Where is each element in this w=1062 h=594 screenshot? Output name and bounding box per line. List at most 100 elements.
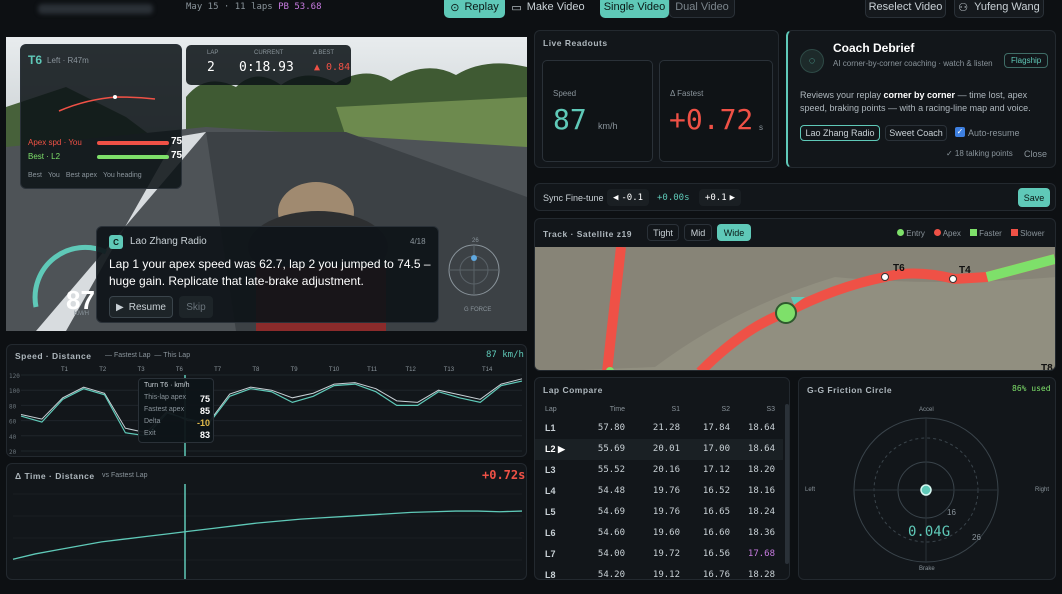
lap-cell: 54.69 <box>597 507 625 517</box>
lap-cell: 57.80 <box>597 423 625 433</box>
reselect-video-button[interactable]: Reselect Video <box>865 0 946 18</box>
zoom-tight[interactable]: Tight <box>647 224 679 241</box>
resume-button[interactable]: ▶ Resume <box>109 296 173 318</box>
lap-cell: 54.48 <box>597 486 625 496</box>
legend-apex: Apex <box>933 229 961 238</box>
voice-sweet-coach[interactable]: Sweet Coach <box>885 125 947 141</box>
legend-best: Best <box>28 172 43 179</box>
save-button[interactable]: Save <box>1018 188 1050 207</box>
lap-cell: L4 <box>545 486 556 496</box>
zoom-mid[interactable]: Mid <box>684 224 712 241</box>
pb-value: 53.68 <box>294 2 322 12</box>
lap-cell: 18.20 <box>747 465 775 475</box>
auto-resume-label: Auto-resume <box>968 128 1020 138</box>
lap-header-cell: S2 <box>721 406 730 413</box>
resume-label: Resume <box>128 301 166 313</box>
dual-video-label: Dual Video <box>675 1 729 13</box>
tooltip-value: 75 <box>199 394 210 404</box>
legend-entry: Entry <box>897 229 925 238</box>
skip-button[interactable]: Skip <box>179 296 213 318</box>
sync-panel: Sync Fine-tune ◀ -0.1 +0.00s +0.1 ▶ Save <box>534 183 1056 211</box>
gg-value: 0.04G <box>908 524 951 540</box>
lap-header: LAP 2 CURRENT 0:18.93 Δ BEST ▲ 0.84 <box>186 45 351 85</box>
play-icon: ▶ <box>116 301 124 313</box>
live-readouts-panel: Live Readouts Speed 87 km/h Δ Fastest +0… <box>534 30 779 168</box>
make-video-label: Make Video <box>526 1 585 13</box>
speed-chart-legend: — Fastest Lap — This Lap <box>105 352 191 359</box>
legend-slower: Slower <box>1010 229 1045 238</box>
legend-faster-label: Faster <box>979 229 1002 238</box>
delta-best-label: Δ BEST <box>313 50 335 56</box>
gg-right: Right <box>1035 487 1050 493</box>
table-row[interactable]: L4 54.48 19.76 16.52 18.16 <box>535 481 783 502</box>
speed-turn-label: T2 <box>99 367 107 373</box>
corner-side: Left · R47m <box>47 56 89 65</box>
gforce-dial <box>448 244 500 296</box>
gg-title: G-G Friction Circle <box>807 385 893 395</box>
zoom-wide[interactable]: Wide <box>717 224 751 241</box>
table-row[interactable]: L8 54.20 19.12 16.76 18.28 <box>535 565 783 579</box>
replay-button[interactable]: ⊙ Replay <box>444 0 505 18</box>
coach-counter: 4/18 <box>410 237 426 246</box>
table-row[interactable]: L2 ▶ 55.69 20.01 17.00 18.64 <box>535 439 783 460</box>
speed-turn-label: T13 <box>444 367 455 373</box>
coach-avatar: C <box>109 235 123 249</box>
lap-compare-panel: Lap Compare Lap Time S1 S2 S3 L1 57.80 21.28 17.… <box>534 377 790 580</box>
lap-cell: 18.64 <box>747 423 775 433</box>
tooltip-key: Delta <box>144 418 161 425</box>
track-legend: Entry Apex Faster Slower <box>897 229 1045 238</box>
dual-video-button[interactable]: Dual Video <box>669 0 735 18</box>
lap-scrollbar[interactable] <box>785 404 789 564</box>
fastest-card-label: Δ Fastest <box>670 89 704 98</box>
coach-message: Lap 1 your apex speed was 62.7, lap 2 yo… <box>109 257 431 288</box>
user-icon: ⚇ <box>958 1 969 14</box>
sync-minus-button[interactable]: ◀ -0.1 <box>607 189 649 206</box>
flagship-badge: Flagship <box>1004 53 1049 68</box>
speed-card-label: Speed <box>553 89 577 98</box>
table-row[interactable]: L5 54.69 19.76 16.65 18.24 <box>535 502 783 523</box>
skip-label: Skip <box>186 301 206 313</box>
tooltip-key: Exit <box>144 430 156 437</box>
user-menu[interactable]: ⚇ Yufeng Wang <box>954 0 1044 18</box>
time-chart-legend: vs Fastest Lap <box>102 472 148 479</box>
legend-entry-label: Entry <box>906 229 925 238</box>
close-button[interactable]: Close <box>1024 149 1047 159</box>
voice-lao-zhang[interactable]: Lao Zhang Radio <box>800 125 880 141</box>
apex-bar <box>97 141 169 145</box>
lap-cell: 55.52 <box>597 465 625 475</box>
tooltip-row: This-lap apex 75 <box>144 394 210 404</box>
table-row[interactable]: L6 54.60 19.60 16.60 18.36 <box>535 523 783 544</box>
lap-cell: 55.69 <box>597 444 625 454</box>
replay-label: Replay <box>464 1 499 13</box>
sync-minus-label: -0.1 <box>621 192 644 203</box>
marker-t6: T6 <box>893 263 905 274</box>
track-map[interactable]: T6 T4 T8 <box>535 247 1056 371</box>
single-video-button[interactable]: Single Video <box>600 0 669 18</box>
speed-ytick: 120 <box>9 373 20 380</box>
chat-icon: ◌ <box>800 49 824 73</box>
lap-cell: L7 <box>545 549 556 559</box>
table-row[interactable]: L7 54.00 19.72 16.56 17.68 <box>535 544 783 565</box>
auto-resume-checkbox[interactable]: ✓ <box>955 127 965 137</box>
blurred-title <box>38 4 153 14</box>
gauge-unit: KM/H <box>74 311 89 317</box>
table-row[interactable]: L3 55.52 20.16 17.12 18.20 <box>535 460 783 481</box>
lap-header-cell: S3 <box>766 406 775 413</box>
speed-turn-label: T8 <box>252 367 260 373</box>
sync-plus-label: +0.1 <box>704 192 727 203</box>
lap-cell: 21.28 <box>652 423 680 433</box>
lap-cell: 20.16 <box>652 465 680 475</box>
gforce-label: G FORCE <box>464 307 492 313</box>
table-row[interactable]: L1 57.80 21.28 17.84 18.64 <box>535 418 783 439</box>
speed-ytick: 20 <box>9 449 17 456</box>
time-chart <box>12 484 523 579</box>
voice2-label: Sweet Coach <box>889 128 943 138</box>
sync-plus-button[interactable]: +0.1 ▶ <box>699 189 741 206</box>
speed-chart: 120 100 80 60 40 20 T1 T2 T3 T6 T7 T8 T9 T10 T11 T12 T13… <box>9 367 523 456</box>
make-video-button[interactable]: ▭ Make Video <box>508 0 588 18</box>
session-info-text: May 15 · 11 laps <box>186 2 273 12</box>
lap-cell: 16.65 <box>702 507 730 517</box>
video-frame[interactable]: T6 Left · R47m Apex spd · You 75 Best · … <box>6 37 527 331</box>
lap-cell: L5 <box>545 507 556 517</box>
speed-turn-label: T11 <box>367 367 378 373</box>
